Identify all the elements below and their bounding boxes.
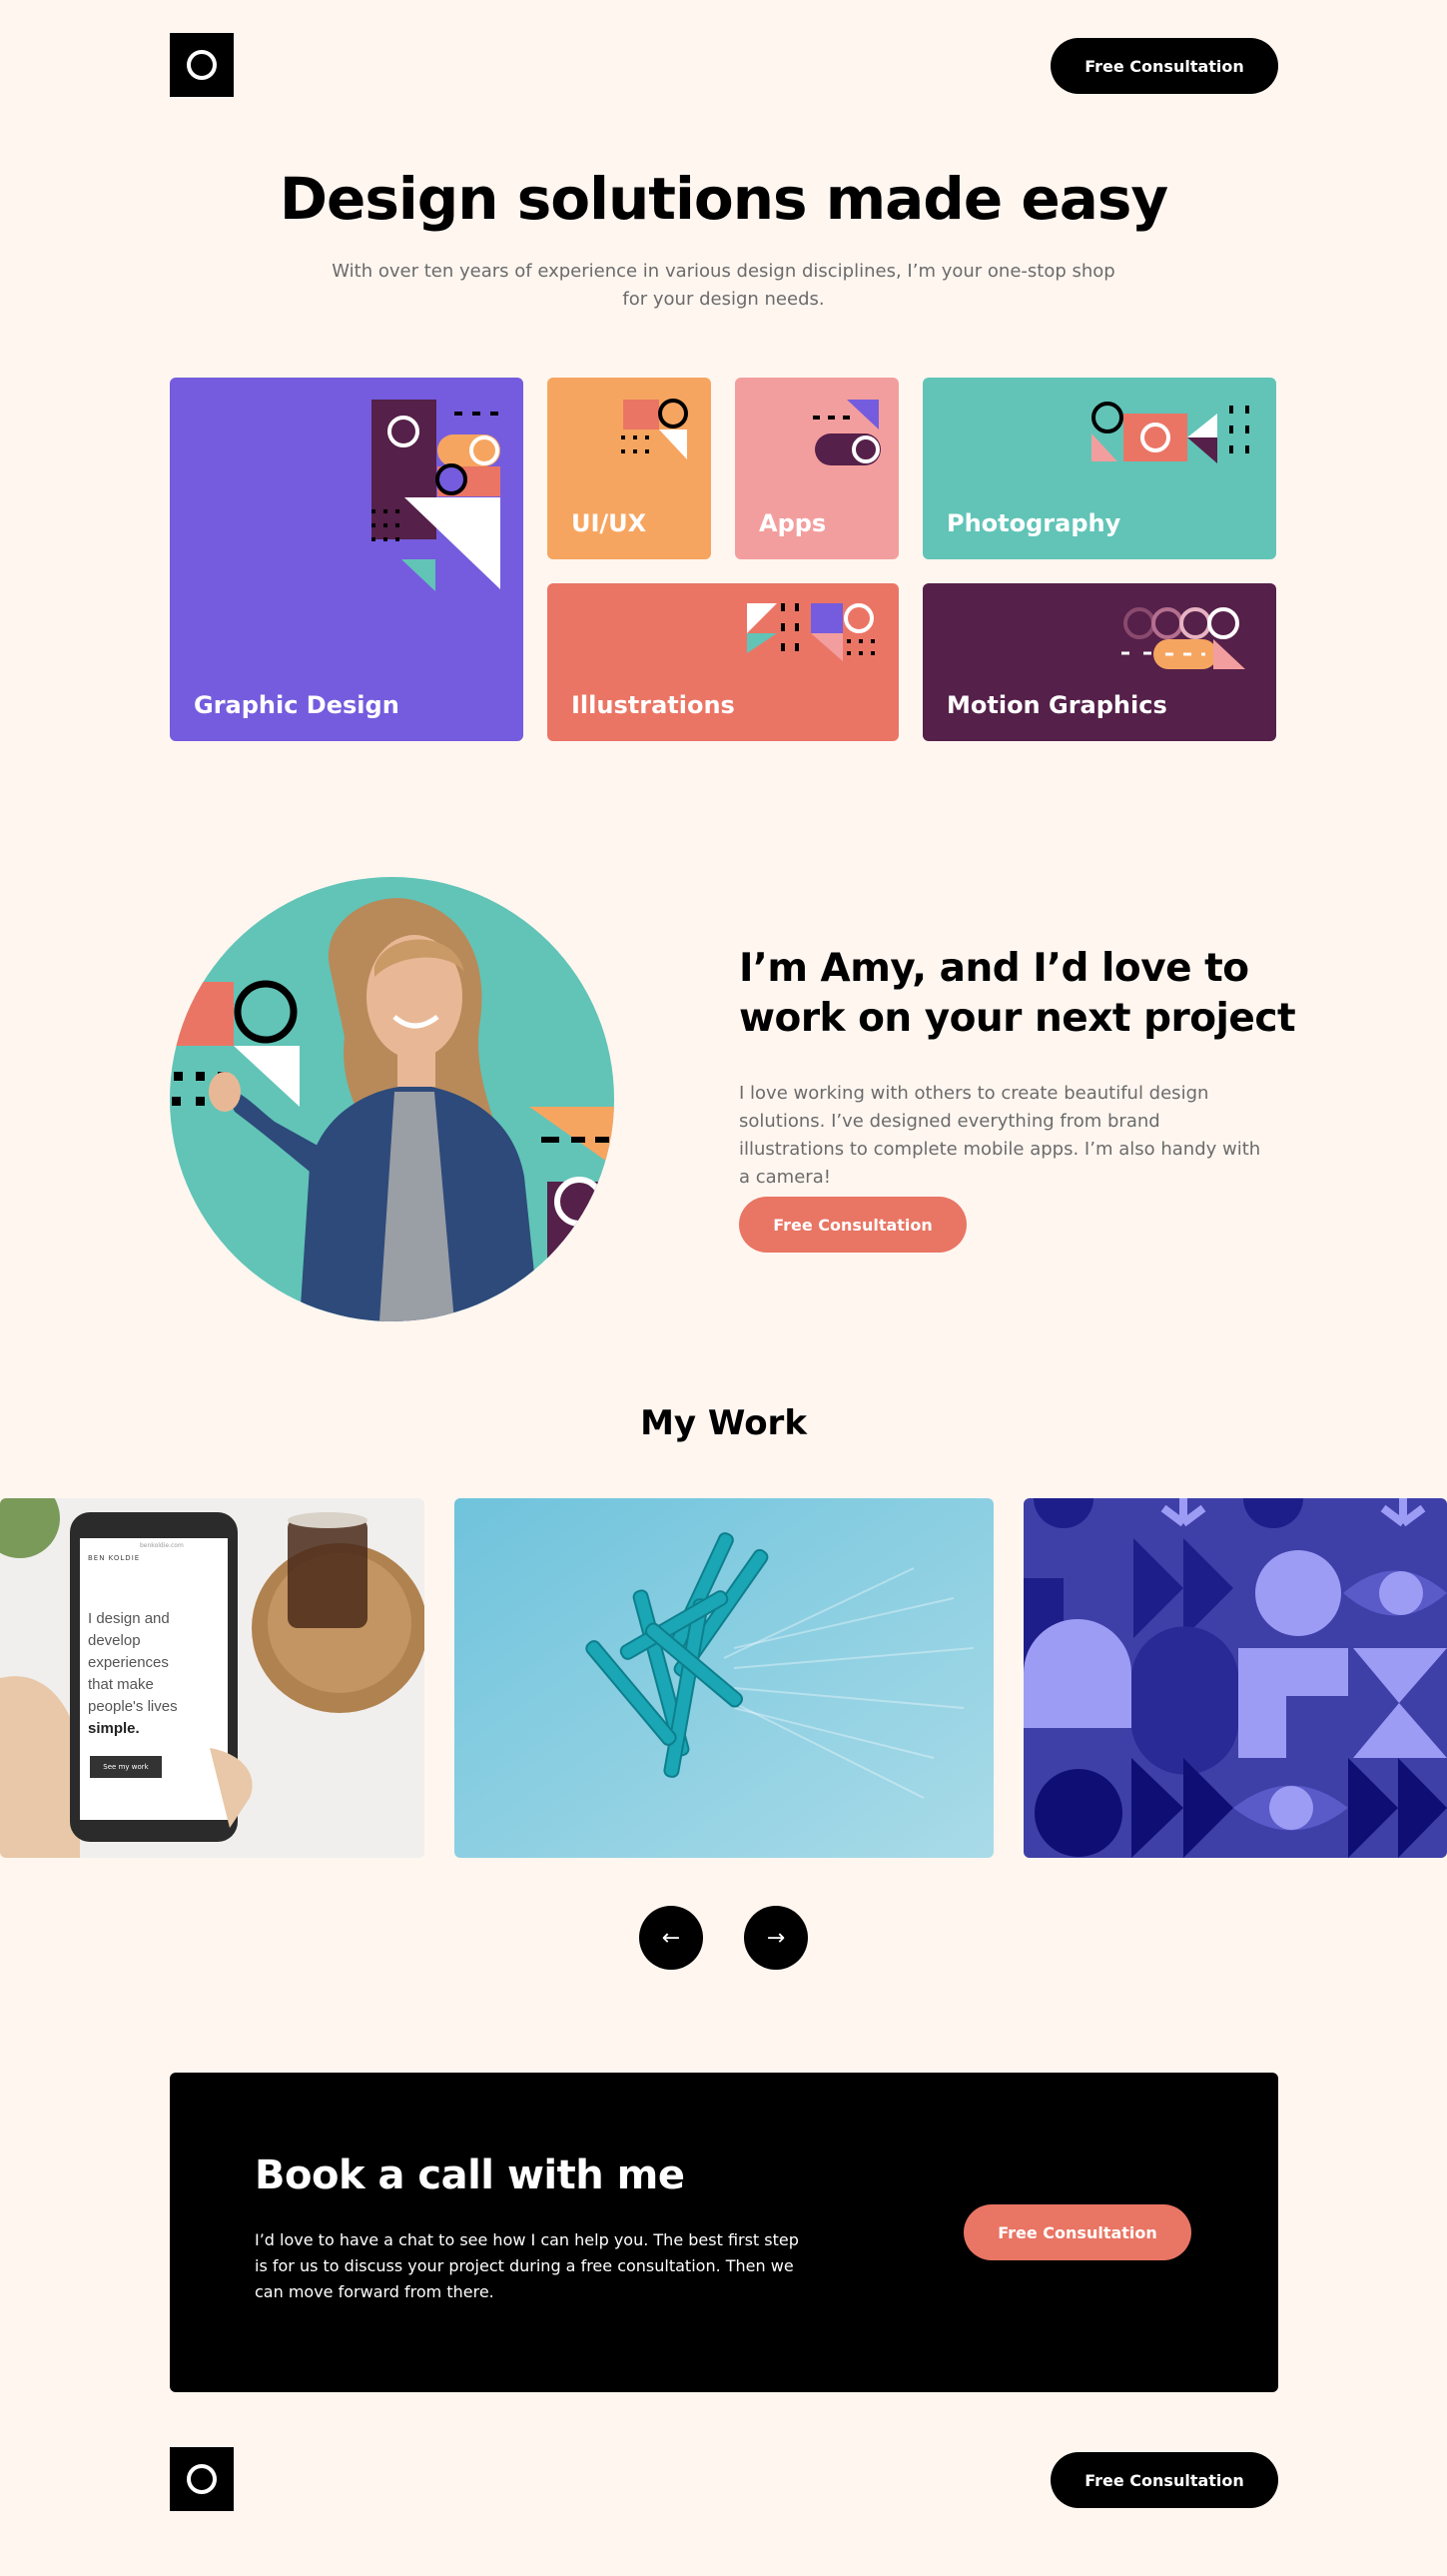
arrow-left-icon: ← — [661, 1925, 681, 1951]
abstract-3d-illustration — [454, 1498, 994, 1858]
hero-title: Design solutions made easy — [279, 165, 1168, 233]
footer-consultation-button[interactable]: Free Consultation — [1051, 2452, 1278, 2508]
logo-ring-icon — [187, 2464, 217, 2494]
phone-line: that make — [88, 1676, 154, 1693]
carousel-prev-button[interactable]: ← — [639, 1906, 703, 1970]
geometric-pattern-illustration — [1024, 1498, 1447, 1858]
logo-ring-icon — [187, 50, 217, 80]
graphic-design-shapes-icon — [371, 400, 504, 591]
phone-line: develop — [88, 1632, 141, 1649]
work-image-geometric-pattern[interactable] — [1024, 1498, 1447, 1858]
phone-emphasis: simple. — [88, 1720, 140, 1737]
service-tile-motion-graphics[interactable]: Motion Graphics — [923, 583, 1276, 741]
motion-graphics-shapes-icon — [1121, 607, 1245, 669]
service-label: Motion Graphics — [947, 691, 1167, 719]
phone-site-name: BEN KOLDIE — [88, 1554, 141, 1562]
phone-line: experiences — [88, 1654, 169, 1671]
service-tile-apps[interactable]: Apps — [735, 378, 899, 559]
work-image-phone-mockup[interactable]: BEN KOLDIE benkoldie.com I design and de… — [0, 1498, 424, 1858]
apps-shapes-icon — [813, 400, 881, 465]
service-label: Graphic Design — [194, 691, 399, 719]
hero-subtitle: With over ten years of experience in var… — [332, 261, 1115, 310]
phone-url: benkoldie.com — [140, 1542, 184, 1549]
service-tile-graphic-design[interactable]: Graphic Design — [170, 378, 523, 741]
phone-headline: I design and develop experiences that ma… — [88, 1608, 220, 1740]
service-label: Illustrations — [571, 691, 735, 719]
logo[interactable] — [170, 33, 234, 97]
carousel-next-button[interactable]: → — [744, 1906, 808, 1970]
about-text: I love working with others to create bea… — [739, 1083, 1261, 1188]
illustrations-shapes-icon — [747, 603, 875, 661]
book-call-section: Book a call with me I’d love to have a c… — [170, 2073, 1278, 2392]
service-tile-ui-ux[interactable]: UI/UX — [547, 378, 711, 559]
cta-text: I’d love to have a chat to see how I can… — [255, 2230, 799, 2301]
work-image-abstract-3d[interactable] — [454, 1498, 994, 1858]
about-title: I’m Amy, and I’d love to work on your ne… — [739, 946, 1296, 1041]
phone-see-work-button: See my work — [90, 1756, 162, 1778]
service-tile-photography[interactable]: Photography — [923, 378, 1276, 559]
service-label: UI/UX — [571, 509, 647, 537]
service-tile-illustrations[interactable]: Illustrations — [547, 583, 899, 741]
footer-logo[interactable] — [170, 2447, 234, 2511]
header-consultation-button[interactable]: Free Consultation — [1051, 38, 1278, 94]
ui-ux-shapes-icon — [621, 399, 688, 459]
cta-consultation-button[interactable]: Free Consultation — [964, 2204, 1191, 2260]
photography-shapes-icon — [1091, 402, 1249, 463]
phone-line: people's lives — [88, 1698, 178, 1715]
service-label: Apps — [759, 509, 827, 537]
phone-line: I design and — [88, 1610, 170, 1627]
work-title: My Work — [640, 1403, 807, 1443]
arrow-right-icon: → — [766, 1925, 786, 1951]
amy-portrait — [170, 877, 614, 1321]
cta-title: Book a call with me — [255, 2152, 685, 2198]
service-label: Photography — [947, 509, 1121, 537]
about-consultation-button[interactable]: Free Consultation — [739, 1197, 967, 1253]
